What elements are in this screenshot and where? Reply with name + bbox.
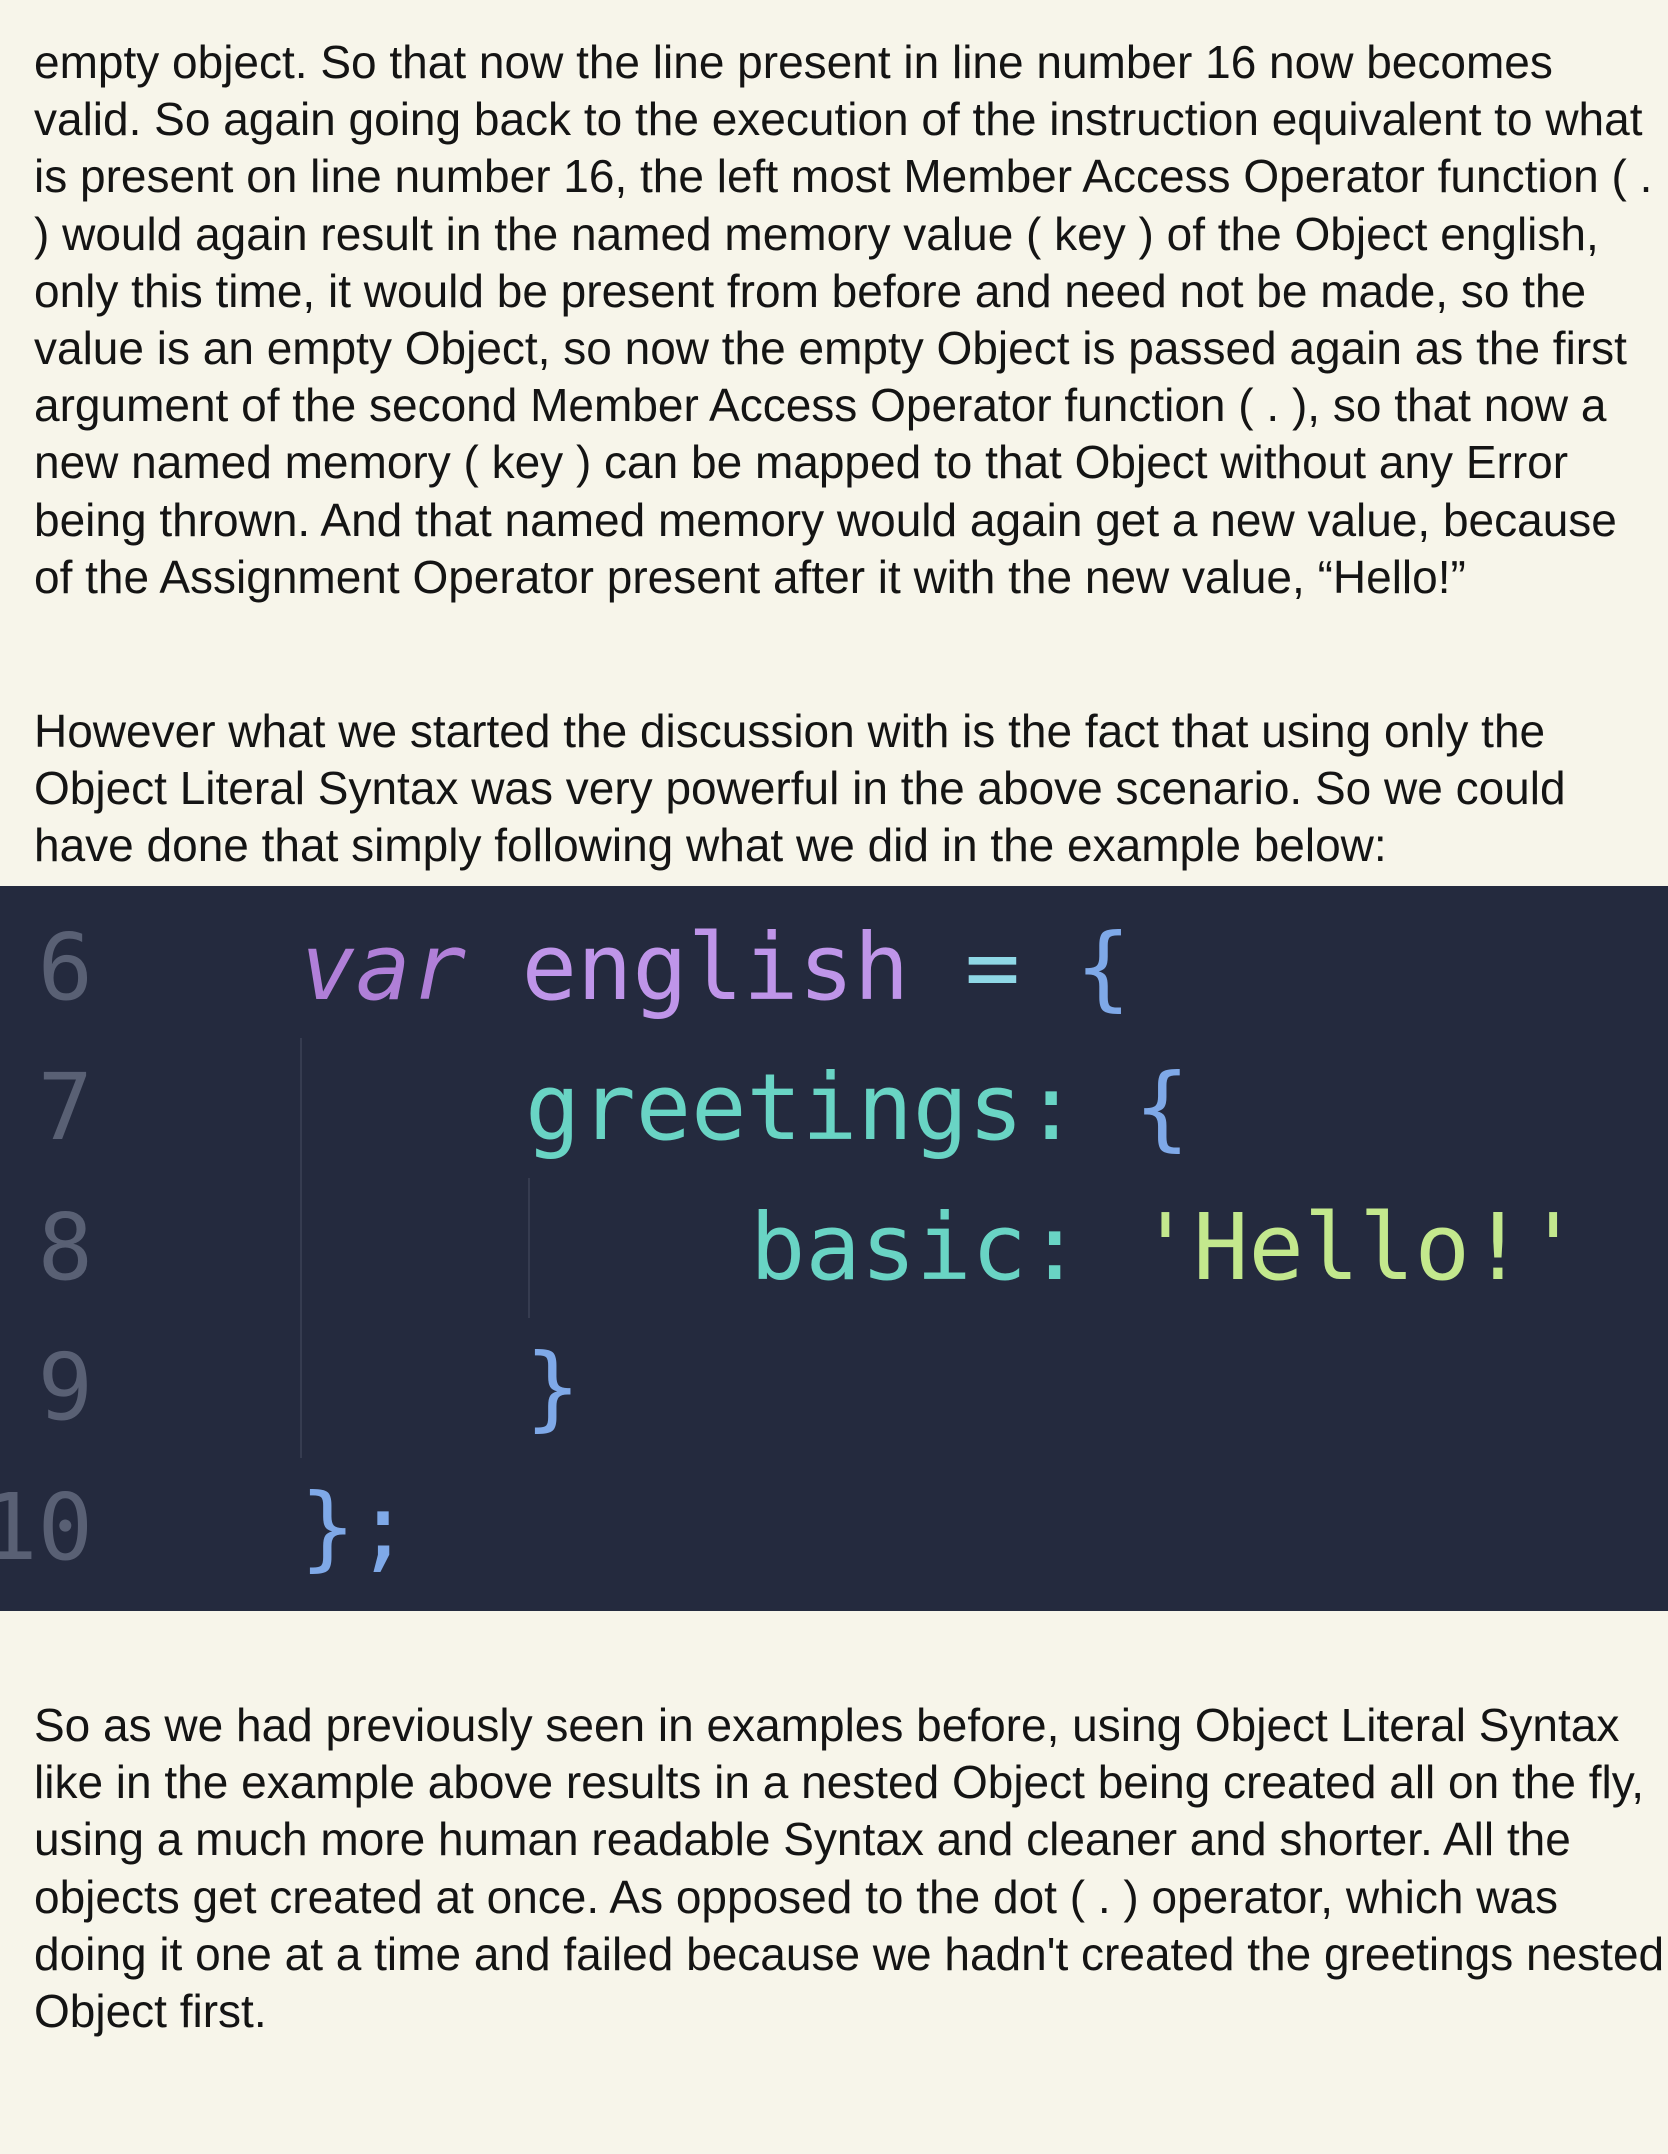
code-line-9: 9 } (0, 1318, 1668, 1458)
close-brace: } (525, 1334, 581, 1441)
line-number: 10 (0, 1474, 93, 1581)
assignment-operator: = (964, 914, 1021, 1021)
line-number: 9 (37, 1334, 93, 1441)
code-line-7: 7 greetings: { (0, 1038, 1668, 1178)
colon: : (1026, 1194, 1083, 1301)
code-snippet: 6 var english = { 7 greetings: { 8 basic… (0, 886, 1668, 1611)
close-brace-semicolon: }; (300, 1474, 411, 1581)
property-greetings: greetings (525, 1054, 1024, 1161)
property-basic: basic (750, 1194, 1027, 1301)
variable-name: english (521, 914, 910, 1021)
line-number: 8 (37, 1194, 93, 1301)
keyword-var: var (300, 914, 467, 1021)
code-line-8: 8 basic: 'Hello!' (0, 1178, 1668, 1318)
open-brace: { (1075, 914, 1131, 1021)
line-number: 6 (37, 914, 93, 1021)
colon: : (1023, 1054, 1079, 1161)
line-number: 7 (37, 1054, 93, 1161)
open-brace: { (1134, 1054, 1190, 1161)
paragraph-object-literal-intro: However what we started the discussion w… (34, 705, 1566, 872)
code-line-6: 6 var english = { (0, 898, 1668, 1038)
paragraph-member-access-explanation: empty object. So that now the line prese… (34, 36, 1653, 603)
string-value: 'Hello!' (1137, 1194, 1581, 1301)
paragraph-object-literal-summary: So as we had previously seen in examples… (34, 1699, 1665, 2038)
code-line-10: 10 }; (0, 1458, 1668, 1598)
